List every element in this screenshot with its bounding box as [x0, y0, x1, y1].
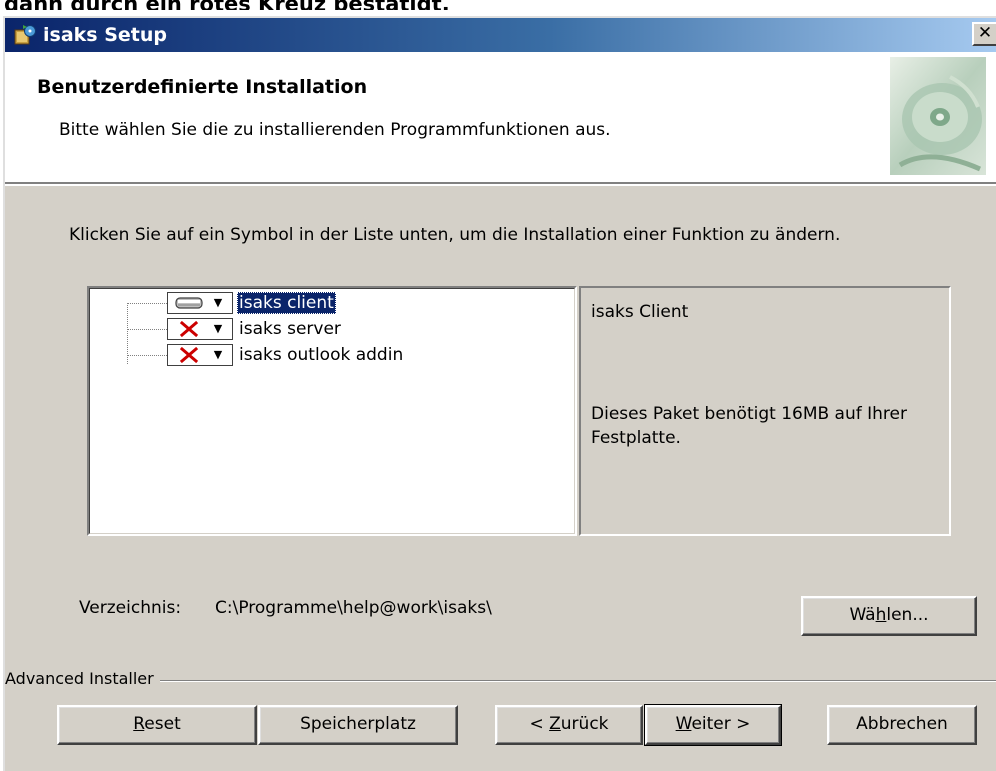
feature-row-server[interactable]: ▼ isaks server: [127, 318, 567, 340]
cancel-button[interactable]: Abbrechen: [827, 705, 977, 745]
instruction-text: Klicken Sie auf ein Symbol in der Liste …: [69, 225, 841, 245]
feature-row-outlook-addin[interactable]: ▼ isaks outlook addin: [127, 344, 567, 366]
directory-path: C:\Programme\help@work\isaks\: [215, 598, 492, 618]
feature-row-client[interactable]: ▼ isaks client: [127, 292, 567, 314]
close-button[interactable]: ✕: [972, 22, 996, 46]
tree-branch-line: [127, 329, 167, 330]
red-x-icon: [179, 321, 199, 337]
dialog-header: Benutzerdefinierte Installation Bitte wä…: [5, 52, 996, 186]
feature-label[interactable]: isaks server: [237, 318, 343, 340]
feature-info-panel: isaks Client Dieses Paket benötigt 16MB …: [579, 286, 951, 536]
page-title: Benutzerdefinierte Installation: [37, 76, 368, 98]
hard-drive-icon: [175, 297, 203, 309]
feature-state-dropdown[interactable]: ▼: [167, 318, 233, 340]
chevron-down-icon: ▼: [213, 296, 223, 309]
tree-branch-line: [127, 303, 167, 304]
brand-label: Advanced Installer: [5, 669, 160, 688]
feature-description: Dieses Paket benötigt 16MB auf Ihrer Fes…: [591, 404, 907, 448]
browse-button[interactable]: Wählen...: [801, 596, 977, 636]
reset-button[interactable]: Reset: [57, 705, 257, 745]
feature-tree[interactable]: ▼ isaks client ▼ isaks server ▼ isaks ou…: [87, 286, 577, 536]
next-button[interactable]: Weiter >: [644, 704, 782, 746]
feature-state-dropdown[interactable]: ▼: [167, 344, 233, 366]
back-button[interactable]: < Zurück: [495, 705, 643, 745]
feature-label[interactable]: isaks outlook addin: [237, 344, 405, 366]
document-caption: dann durch ein rotes Kreuz bestätigt.: [0, 0, 996, 10]
chevron-down-icon: ▼: [213, 348, 223, 361]
directory-label: Verzeichnis:: [79, 598, 182, 618]
red-x-icon: [179, 347, 199, 363]
title-bar[interactable]: isaks Setup ✕: [5, 18, 996, 52]
feature-label[interactable]: isaks client: [237, 292, 336, 314]
setup-dialog: isaks Setup ✕ Benutzerdefinierte Install…: [3, 16, 996, 771]
chevron-down-icon: ▼: [213, 322, 223, 335]
cd-disc-graphic: [890, 57, 986, 175]
feature-name: isaks Client: [591, 302, 689, 322]
disk-cost-button[interactable]: Speicherplatz: [258, 705, 458, 745]
feature-state-dropdown[interactable]: ▼: [167, 292, 233, 314]
window-title: isaks Setup: [43, 24, 167, 46]
close-icon: ✕: [977, 23, 993, 43]
tree-branch-line: [127, 355, 167, 356]
setup-package-icon: [14, 25, 36, 45]
page-subtitle: Bitte wählen Sie die zu installierenden …: [59, 120, 611, 140]
